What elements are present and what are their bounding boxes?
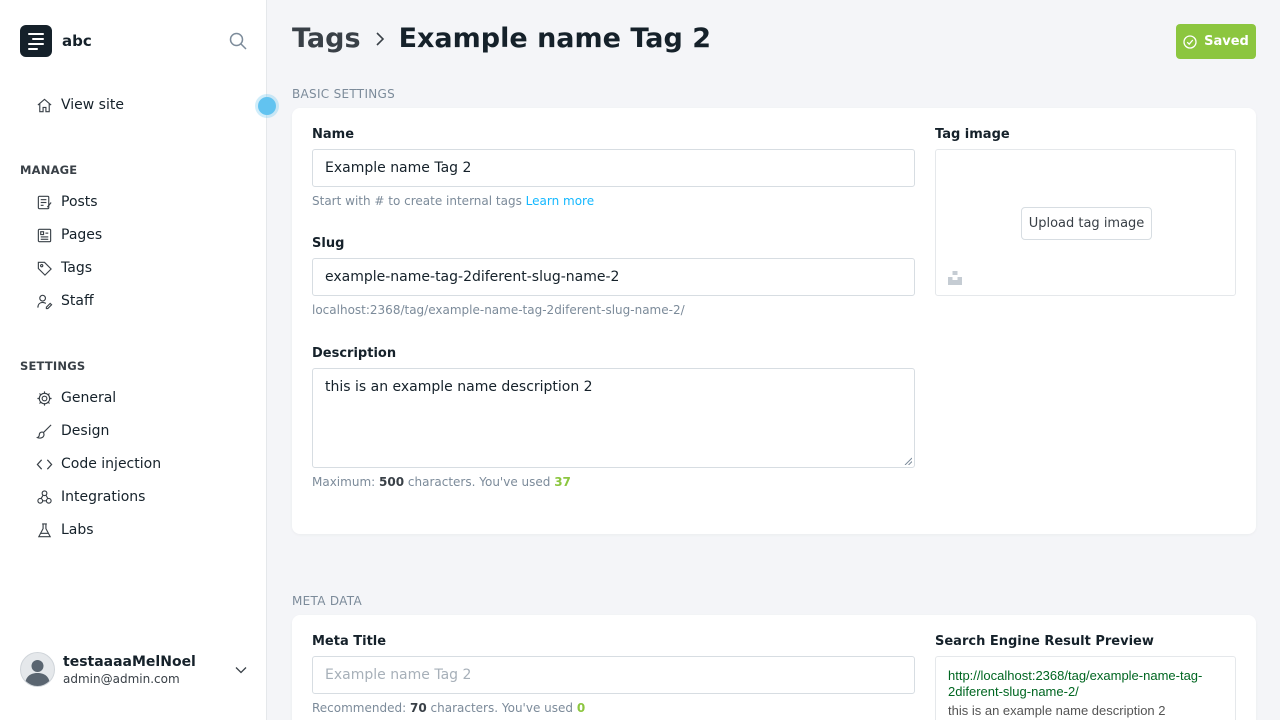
- sidebar-item-pages[interactable]: Pages: [36, 225, 102, 245]
- chevron-right-icon: [375, 31, 384, 46]
- basic-settings-heading: BASIC SETTINGS: [292, 87, 396, 101]
- sidebar-item-label: Posts: [61, 194, 98, 210]
- meta-recommended-count: 70: [409, 701, 427, 715]
- tour-hint-dot[interactable]: [258, 97, 276, 115]
- description-counter: Maximum: 500 characters. You've used 37: [312, 475, 571, 489]
- description-text: this is an example name description 2: [325, 379, 593, 395]
- name-hint: Start with # to create internal tags Lea…: [312, 194, 594, 208]
- meta-data-card: Meta Title Example name Tag 2 Recommende…: [292, 615, 1256, 720]
- site-logo-icon: [20, 25, 52, 57]
- meta-title-label: Meta Title: [312, 634, 387, 649]
- posts-icon: [37, 195, 52, 209]
- sidebar-item-label: Staff: [61, 293, 94, 309]
- avatar: [20, 652, 55, 687]
- tag-icon: [37, 261, 52, 276]
- brand[interactable]: abc: [20, 25, 92, 57]
- meta-title-input[interactable]: Example name Tag 2: [312, 656, 915, 694]
- sidebar-item-label: Tags: [61, 260, 92, 276]
- upload-tag-image-button[interactable]: Upload tag image: [1021, 207, 1152, 240]
- saved-button[interactable]: Saved: [1176, 24, 1256, 59]
- sidebar-item-design[interactable]: Design: [36, 421, 109, 441]
- slug-input[interactable]: example-name-tag-2diferent-slug-name-2: [312, 258, 915, 296]
- user-email: admin@admin.com: [63, 671, 180, 686]
- flask-icon: [37, 522, 52, 537]
- desc-hint-mid: characters. You've used: [407, 475, 551, 489]
- code-icon: [36, 458, 53, 470]
- sidebar-item-tags[interactable]: Tags: [36, 258, 92, 278]
- serp-url: http://localhost:2368/tag/example-name-t…: [948, 668, 1203, 699]
- breadcrumb: Tags Example name Tag 2: [292, 23, 711, 54]
- meta-hint-mid: characters. You've used: [430, 701, 573, 715]
- user-avatar-icon: [25, 660, 50, 686]
- sidebar-item-general[interactable]: General: [36, 388, 116, 408]
- integrations-icon: [37, 489, 52, 504]
- page-title: Example name Tag 2: [398, 23, 712, 54]
- description-label: Description: [312, 346, 397, 361]
- serp-description: this is an example name description 2: [948, 703, 1166, 718]
- search-icon[interactable]: [228, 31, 248, 51]
- name-input[interactable]: Example name Tag 2: [312, 149, 915, 187]
- basic-settings-card: Name Example name Tag 2 Start with # to …: [292, 108, 1256, 534]
- sidebar-item-labs[interactable]: Labs: [36, 520, 94, 540]
- saved-label: Saved: [1204, 34, 1249, 49]
- sidebar-item-code-injection[interactable]: Code injection: [36, 454, 161, 474]
- user-name: testaaaaMelNoel: [63, 653, 196, 670]
- serp-preview: http://localhost:2368/tag/example-name-t…: [935, 656, 1236, 720]
- meta-title-counter: Recommended: 70 characters. You've used …: [312, 701, 585, 715]
- sidebar-item-staff[interactable]: Staff: [36, 291, 94, 311]
- desc-used-count: 37: [554, 475, 571, 489]
- manage-heading: MANAGE: [20, 163, 78, 177]
- site-name: abc: [62, 32, 92, 50]
- staff-icon: [37, 294, 53, 309]
- meta-data-heading: META DATA: [292, 594, 362, 608]
- unsplash-icon[interactable]: [948, 271, 962, 285]
- sidebar: abc View site MANAGE Posts Pages Tags St…: [0, 0, 276, 720]
- tag-image-label: Tag image: [935, 127, 1010, 142]
- desc-max-count: 500: [379, 475, 405, 489]
- resize-grip-icon[interactable]: [904, 457, 912, 465]
- sidebar-item-label: General: [61, 390, 117, 406]
- user-menu[interactable]: testaaaaMelNoel admin@admin.com: [20, 652, 250, 687]
- gear-icon: [37, 390, 52, 406]
- serp-preview-label: Search Engine Result Preview: [935, 634, 1154, 649]
- slug-label: Slug: [312, 236, 345, 251]
- pages-icon: [37, 228, 52, 242]
- meta-used-count: 0: [576, 701, 586, 715]
- check-circle-icon: [1183, 34, 1197, 49]
- meta-hint-prefix: Recommended:: [312, 701, 407, 715]
- brush-icon: [36, 423, 52, 439]
- sidebar-item-label: Pages: [61, 227, 103, 243]
- slug-url-preview: localhost:2368/tag/example-name-tag-2dif…: [312, 303, 685, 317]
- desc-hint-prefix: Maximum:: [312, 475, 376, 489]
- learn-more-link[interactable]: Learn more: [526, 194, 594, 208]
- name-label: Name: [312, 127, 355, 142]
- tag-image-dropzone[interactable]: Upload tag image: [935, 149, 1236, 296]
- sidebar-item-label: Integrations: [61, 489, 146, 505]
- breadcrumb-tags-link[interactable]: Tags: [292, 23, 361, 54]
- chevron-down-icon[interactable]: [234, 663, 248, 677]
- name-hint-text: Start with # to create internal tags: [312, 194, 522, 208]
- home-icon: [37, 98, 52, 112]
- sidebar-item-posts[interactable]: Posts: [36, 192, 98, 212]
- settings-heading: SETTINGS: [20, 359, 86, 373]
- sidebar-item-integrations[interactable]: Integrations: [36, 487, 145, 507]
- description-textarea[interactable]: this is an example name description 2: [312, 368, 915, 468]
- sidebar-item-label: Code injection: [61, 456, 162, 472]
- view-site-link[interactable]: View site: [36, 95, 124, 115]
- sidebar-item-label: Design: [61, 423, 110, 439]
- sidebar-item-label: Labs: [61, 522, 94, 538]
- view-site-label: View site: [61, 97, 124, 113]
